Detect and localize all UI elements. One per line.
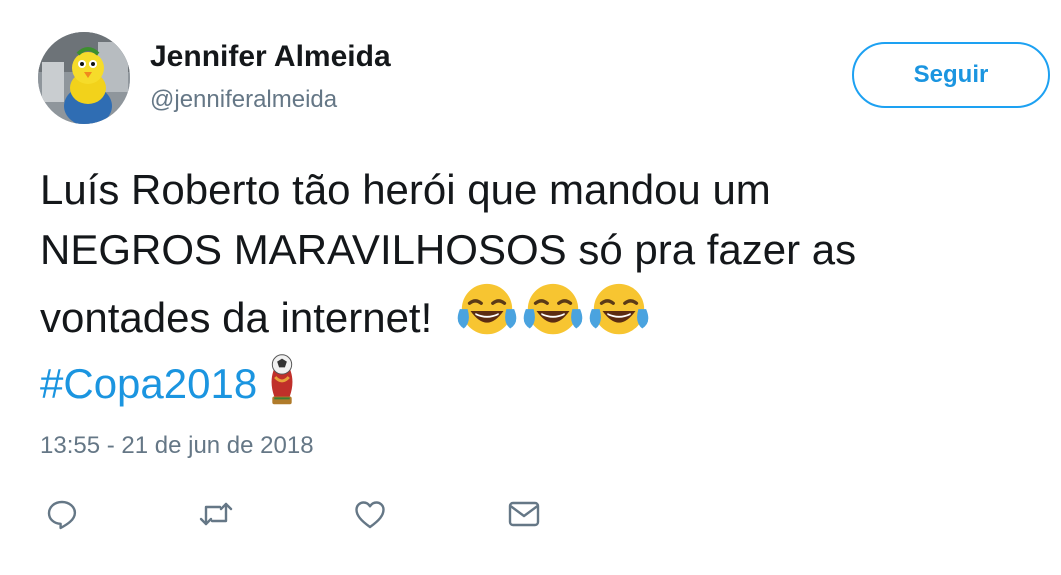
tweet-card: Jennifer Almeida @jenniferalmeida Seguir…: [0, 0, 1061, 575]
avatar-image: [38, 32, 130, 124]
follow-button[interactable]: Seguir: [852, 42, 1050, 108]
tweet-text: Luís Roberto tão herói que mandou um NEG…: [40, 160, 1040, 414]
tweet-text-line: Luís Roberto tão herói que mandou um: [40, 166, 771, 213]
follow-button-label: Seguir: [913, 61, 989, 88]
direct-message-icon[interactable]: [506, 496, 542, 532]
tweet-text-line: #Copa2018: [40, 348, 1040, 414]
tears-of-joy-emoji-icon: [456, 280, 518, 342]
tears-of-joy-emoji-icon: [522, 280, 584, 342]
world-cup-trophy-icon: [265, 348, 299, 410]
user-handle[interactable]: @jenniferalmeida: [150, 86, 337, 114]
like-icon[interactable]: [352, 496, 388, 532]
reply-icon[interactable]: [44, 496, 80, 532]
retweet-icon[interactable]: [198, 496, 234, 532]
display-name[interactable]: Jennifer Almeida: [150, 40, 391, 74]
hashtag-link[interactable]: #Copa2018: [40, 360, 257, 407]
avatar[interactable]: [38, 32, 130, 124]
tweet-text-line: vontades da internet!: [40, 280, 1040, 348]
tweet-timestamp[interactable]: 13:55 - 21 de jun de 2018: [40, 432, 314, 460]
tears-of-joy-emoji-icon: [588, 280, 650, 342]
tweet-text-line: NEGROS MARAVILHOSOS só pra fazer as: [40, 226, 857, 273]
tweet-text-segment: vontades da internet!: [40, 294, 433, 341]
